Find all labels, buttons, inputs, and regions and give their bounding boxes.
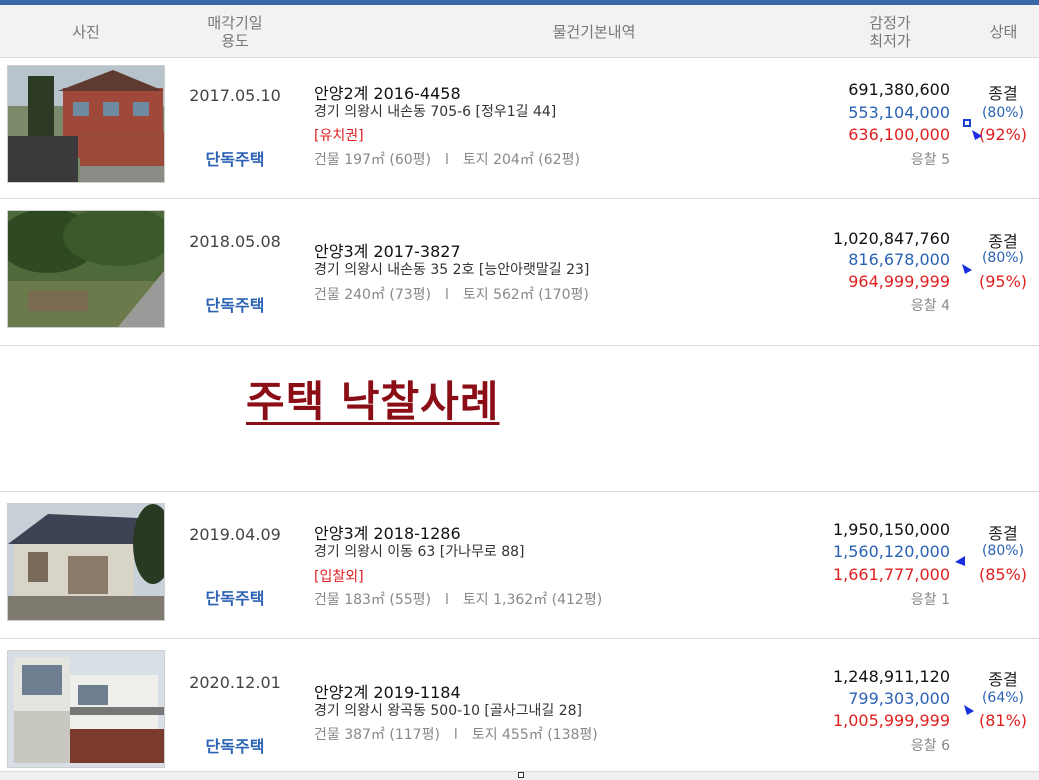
table-row[interactable]: 2018.05.08 단독주택 안양3계 2017-3827 경기 의왕시 내손… [0,199,1039,346]
area-info: 건물 387㎡ (117평) l 토지 455㎡ (138평) [314,724,598,744]
land-area: 토지 1,362㎡ (412평) [462,592,603,608]
sale-date: 2018.05.08 [189,232,281,251]
selection-handle-icon[interactable] [963,119,971,127]
sale-percent: (95%) [978,272,1028,291]
blue-arrow-icon [962,264,972,274]
status-badge: 종결 [988,670,1018,689]
status-badge: 종결 [988,84,1018,103]
property-photo[interactable] [7,210,165,328]
address: 경기 의왕시 왕곡동 500-10 [골사그내길 28] [314,703,583,719]
blue-arrow-icon [955,556,965,566]
area-separator: l [445,152,449,168]
usage-type[interactable]: 단독주택 [180,585,290,609]
house-photo [8,66,164,182]
table-header: 사진 매각기일 용도 물건기본내역 감정가 최저가 상태 [0,5,1039,58]
sale-date: 2020.12.01 [189,673,281,692]
header-status: 상태 [989,22,1018,41]
table-row[interactable]: 2020.12.01 단독주택 안양2계 2019-1184 경기 의왕시 왕곡… [0,639,1039,772]
min-percent: (80%) [981,543,1025,559]
appraisal-price: 691,380,600 [848,80,950,99]
banner-title: 주택 낙찰사례 [246,377,500,426]
property-photo[interactable] [7,65,165,183]
address: 경기 의왕시 내손동 705-6 [정우1길 44] [314,104,557,120]
header-info: 물건기본내역 [552,22,636,41]
bidder-count: 응찰 1 [910,592,950,608]
sale-date: 2017.05.10 [189,86,281,105]
area-info: 건물 240㎡ (73평) l 토지 562㎡ (170평) [314,284,589,304]
bidder-count: 응찰 4 [910,298,950,314]
building-area: 건물 240㎡ (73평) [314,287,432,303]
land-area: 토지 455㎡ (138평) [471,727,598,743]
table-row[interactable]: 2019.04.09 단독주택 안양3계 2018-1286 경기 의왕시 이동… [0,492,1039,639]
area-info: 건물 183㎡ (55평) l 토지 1,362㎡ (412평) [314,589,602,609]
table-row[interactable]: 2017.05.10 단독주택 안양2계 2016-4458 경기 의왕시 내손… [0,58,1039,199]
usage-type[interactable]: 단독주택 [180,733,290,757]
minimum-price: 1,560,120,000 [832,542,950,561]
resize-handle-icon[interactable] [518,772,524,778]
blue-arrow-icon [964,705,974,715]
sale-price: 1,661,777,000 [832,565,950,584]
area-separator: l [453,727,458,743]
usage-type[interactable]: 단독주택 [180,292,290,316]
bidder-count: 응찰 5 [910,152,950,168]
area-info: 건물 197㎡ (60평) l 토지 204㎡ (62평) [314,149,580,169]
minimum-price: 799,303,000 [848,689,950,708]
building-area: 건물 183㎡ (55평) [314,592,432,608]
sale-date: 2019.04.09 [189,525,281,544]
house-photo [8,211,164,327]
sale-percent: (81%) [978,711,1028,730]
appraisal-price: 1,950,150,000 [832,520,950,539]
building-area: 건물 197㎡ (60평) [314,152,432,168]
area-separator: l [445,592,449,608]
sale-price: 636,100,000 [848,125,950,144]
special-tag: [입찰외] [314,569,364,585]
land-area: 토지 562㎡ (170평) [462,287,589,303]
header-price: 감정가 최저가 [869,13,911,50]
header-date-usage: 매각기일 용도 [207,13,263,50]
property-photo[interactable] [7,503,165,621]
sale-price: 1,005,999,999 [832,711,950,730]
sale-price: 964,999,999 [848,272,950,291]
building-area: 건물 387㎡ (117평) [314,727,440,743]
land-area: 토지 204㎡ (62평) [462,152,580,168]
minimum-price: 816,678,000 [848,250,950,269]
sale-percent: (85%) [978,565,1028,584]
blue-arrow-icon [972,130,982,140]
bidder-count: 응찰 6 [910,738,950,754]
header-photo: 사진 [72,22,100,41]
min-percent: (64%) [981,690,1025,706]
minimum-price: 553,104,000 [848,103,950,122]
appraisal-price: 1,020,847,760 [832,229,950,248]
property-photo[interactable] [7,650,165,768]
house-photo [8,504,164,620]
status-badge: 종결 [988,232,1018,251]
banner: 주택 낙찰사례 [0,346,1039,492]
usage-type[interactable]: 단독주택 [180,146,290,170]
min-percent: (80%) [981,105,1025,121]
house-photo [8,651,164,767]
appraisal-price: 1,248,911,120 [832,667,950,686]
min-percent: (80%) [981,250,1025,266]
area-separator: l [445,287,449,303]
status-badge: 종결 [988,524,1018,543]
address: 경기 의왕시 내손동 35 2호 [능안아랫말길 23] [314,262,590,278]
address: 경기 의왕시 이동 63 [가나무로 88] [314,544,525,560]
special-tag: [유치권] [314,128,364,144]
